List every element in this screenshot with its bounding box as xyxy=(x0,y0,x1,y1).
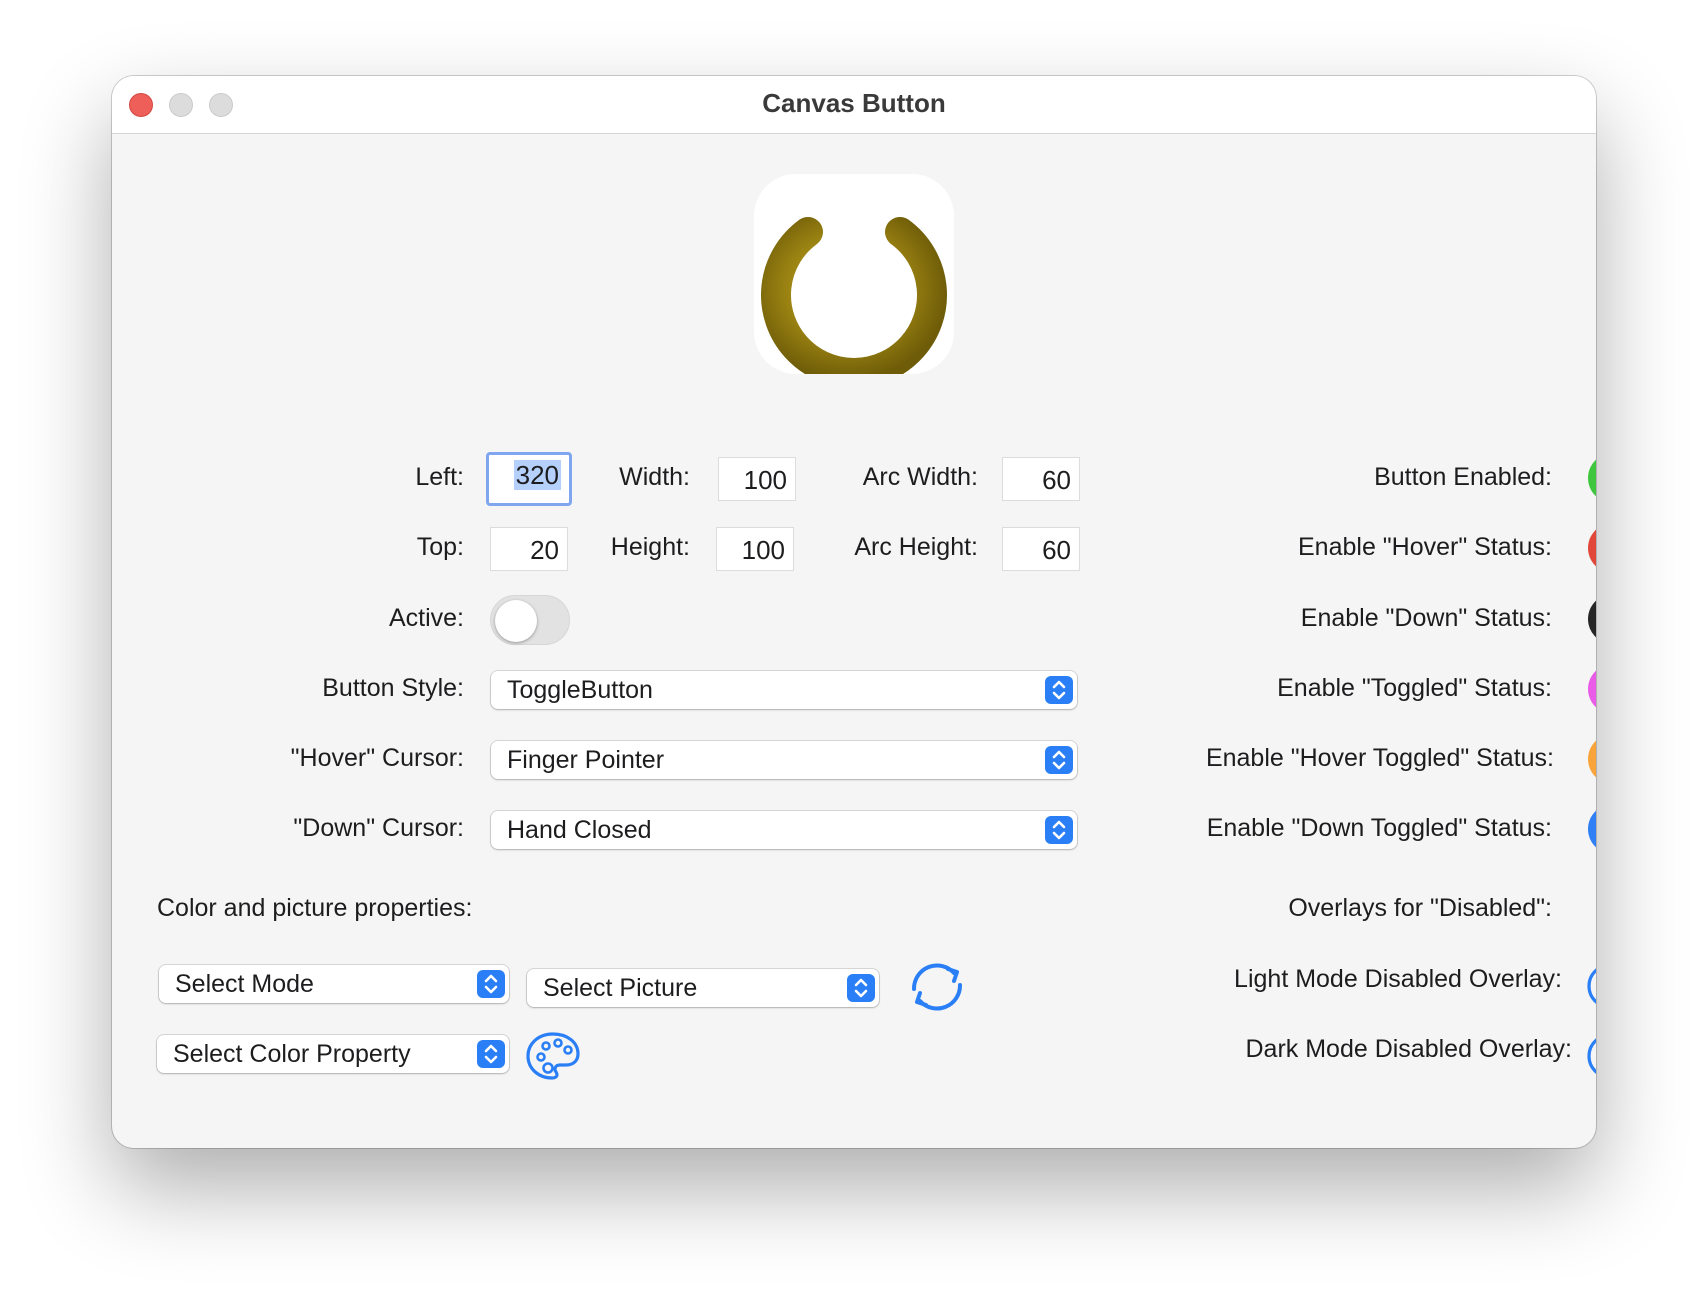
toggle-label-down-toggled-status: Enable "Down Toggled" Status: xyxy=(1206,814,1552,842)
button-style-popup[interactable]: ToggleButton xyxy=(491,671,1077,709)
select-picture-value: Select Picture xyxy=(543,974,698,1002)
width-field[interactable]: 100 xyxy=(718,457,796,501)
active-label: Active: xyxy=(388,604,464,632)
overlays-label: Overlays for "Disabled": xyxy=(1288,894,1552,922)
select-color-property-value: Select Color Property xyxy=(173,1040,411,1068)
active-toggle[interactable] xyxy=(490,595,570,645)
toggle-label-down-status: Enable "Down" Status: xyxy=(1300,604,1552,632)
button-style-value: ToggleButton xyxy=(507,676,653,704)
arc-width-label: Arc Width: xyxy=(862,463,978,491)
down-cursor-popup[interactable]: Hand Closed xyxy=(491,811,1077,849)
dark-mode-overlay-label: Dark Mode Disabled Overlay: xyxy=(1245,1035,1572,1063)
down-cursor-value: Hand Closed xyxy=(507,816,652,844)
toggle-label-button-enabled: Button Enabled: xyxy=(1374,463,1552,491)
title-bar: Canvas Button xyxy=(112,76,1596,134)
popup-stepper-icon xyxy=(477,1040,505,1068)
select-picture-popup[interactable]: Select Picture xyxy=(527,969,879,1007)
down-status-toggle[interactable] xyxy=(1588,594,1596,644)
hover-status-toggle[interactable] xyxy=(1588,523,1596,573)
left-label: Left: xyxy=(415,463,464,491)
hover-cursor-popup[interactable]: Finger Pointer xyxy=(491,741,1077,779)
select-mode-popup[interactable]: Select Mode xyxy=(159,965,509,1003)
down-toggled-status-toggle[interactable] xyxy=(1588,804,1596,854)
toggled-status-toggle[interactable] xyxy=(1588,664,1596,714)
width-label: Width: xyxy=(619,463,690,491)
height-field[interactable]: 100 xyxy=(716,527,794,571)
light-mode-palette-icon[interactable] xyxy=(1585,959,1596,1018)
popup-stepper-icon xyxy=(477,970,505,998)
button-style-label: Button Style: xyxy=(322,674,464,702)
canvas-button-window: Canvas Button Left: 320 Width: 100 Arc W xyxy=(112,76,1596,1148)
power-icon xyxy=(761,183,947,374)
window-content: Left: 320 Width: 100 Arc Width: 60 Top: … xyxy=(112,134,1596,1148)
hover-toggled-status-toggle[interactable] xyxy=(1588,734,1596,784)
toggle-label-hover-status: Enable "Hover" Status: xyxy=(1298,533,1552,561)
window-title: Canvas Button xyxy=(762,88,946,118)
light-mode-overlay-label: Light Mode Disabled Overlay: xyxy=(1234,965,1562,993)
top-label: Top: xyxy=(416,533,464,561)
toggle-knob xyxy=(495,600,537,642)
dark-mode-palette-icon[interactable] xyxy=(1585,1029,1596,1088)
toggle-label-toggled-status: Enable "Toggled" Status: xyxy=(1277,674,1552,702)
select-mode-value: Select Mode xyxy=(175,970,314,998)
button-enabled-toggle[interactable] xyxy=(1588,453,1596,503)
canvas-button-preview[interactable] xyxy=(754,174,954,374)
down-cursor-label: "Down" Cursor: xyxy=(293,814,464,842)
color-section-label: Color and picture properties: xyxy=(157,894,473,922)
hover-cursor-label: "Hover" Cursor: xyxy=(290,744,464,772)
height-label: Height: xyxy=(610,533,690,561)
hover-cursor-value: Finger Pointer xyxy=(507,746,665,774)
arc-height-label: Arc Height: xyxy=(854,533,978,561)
toggle-label-hover-toggled-status: Enable "Hover Toggled" Status: xyxy=(1205,744,1554,772)
refresh-icon[interactable] xyxy=(904,959,970,1020)
select-color-property-popup[interactable]: Select Color Property xyxy=(157,1035,509,1073)
popup-stepper-icon xyxy=(847,974,875,1002)
palette-icon[interactable] xyxy=(524,1029,582,1088)
